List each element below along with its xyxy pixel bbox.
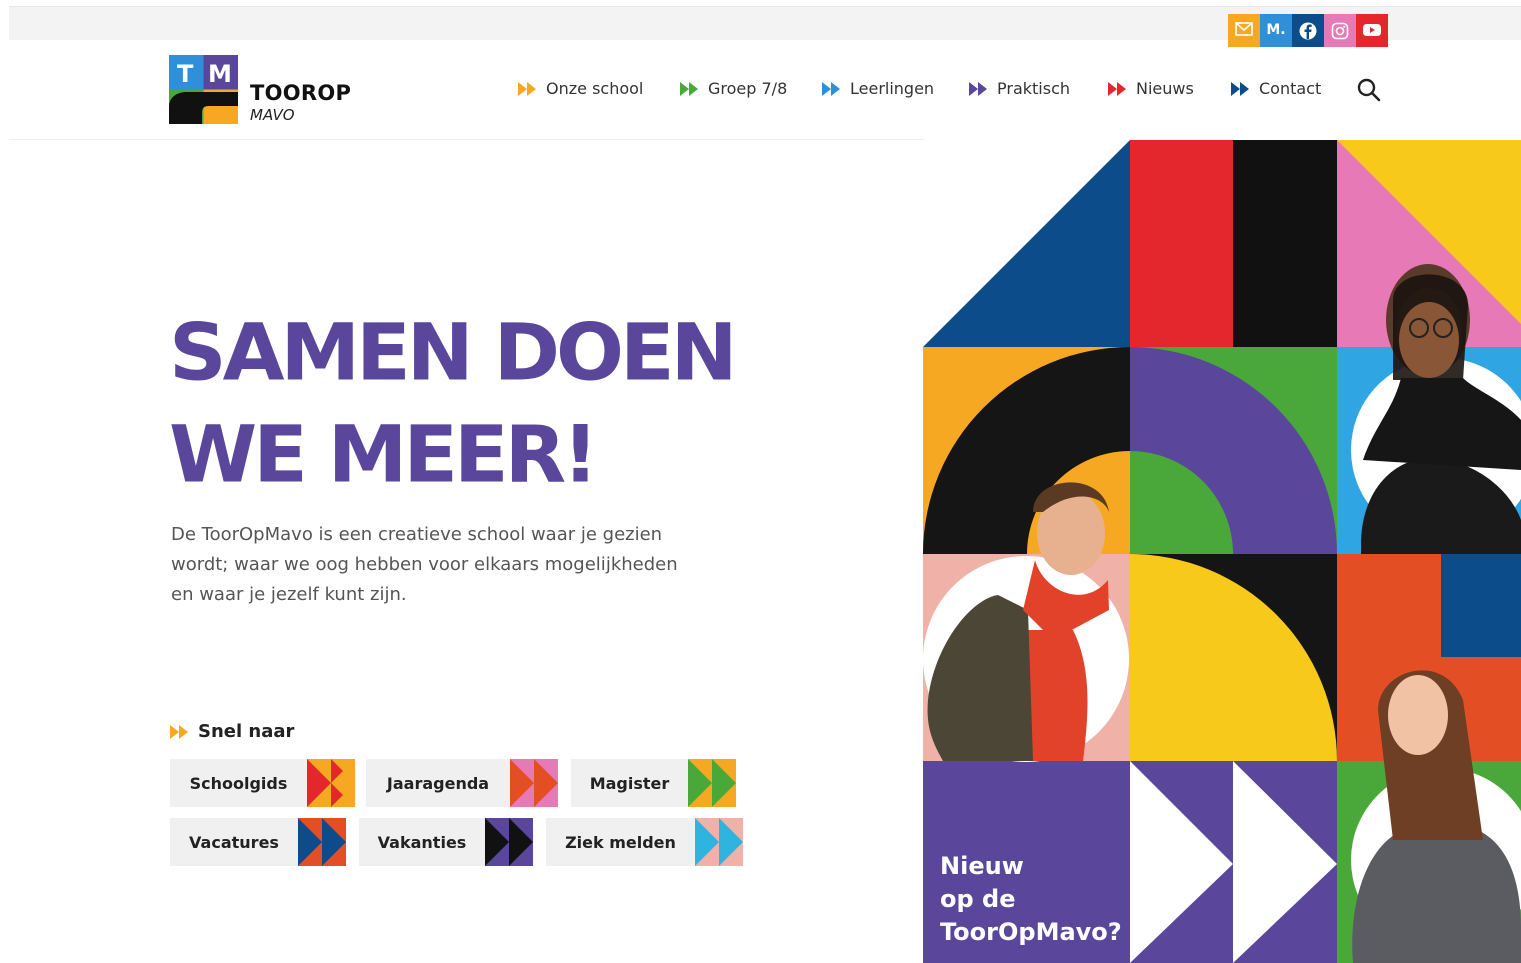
nav-item-onze-school[interactable]: Onze school bbox=[518, 79, 643, 98]
caption-line: Nieuw bbox=[940, 852, 1024, 880]
double-chevron-icon bbox=[822, 81, 840, 96]
logo-subtitle: MAVO bbox=[250, 106, 295, 124]
quick-button-label: Schoolgids bbox=[189, 773, 288, 793]
quick-button-label: Vakanties bbox=[377, 832, 467, 852]
quick-button-magister[interactable]: Magister bbox=[571, 759, 736, 807]
quick-button-vacatures[interactable]: Vacatures bbox=[170, 818, 346, 866]
headline-line-2: WE MEER! bbox=[169, 408, 599, 501]
social-bar: M. bbox=[9, 6, 1521, 47]
double-chevron-icon bbox=[969, 81, 987, 96]
intro-line: wordt; waar we oog hebben voor elkaars m… bbox=[171, 554, 678, 575]
intro-line: De ToorOpMavo is een creatieve school wa… bbox=[171, 524, 663, 545]
quick-button-jaaragenda[interactable]: Jaaragenda bbox=[366, 759, 558, 807]
nav-item-nieuws[interactable]: Nieuws bbox=[1108, 79, 1194, 98]
search-icon[interactable] bbox=[1356, 77, 1382, 103]
facebook-icon[interactable] bbox=[1292, 14, 1324, 47]
nav-label: Praktisch bbox=[997, 79, 1071, 98]
nav-item-praktisch[interactable]: Praktisch bbox=[969, 79, 1070, 98]
logo-name: TOOROP bbox=[250, 81, 352, 105]
nav-label: Groep 7/8 bbox=[708, 79, 788, 98]
nav-item-contact[interactable]: Contact bbox=[1231, 79, 1321, 98]
mail-icon[interactable] bbox=[1228, 14, 1260, 47]
hero-intro: De ToorOpMavo is een creatieve school wa… bbox=[171, 520, 731, 610]
nav-item-groep-7-8[interactable]: Groep 7/8 bbox=[680, 79, 787, 98]
quick-button-vakanties[interactable]: Vakanties bbox=[359, 818, 533, 866]
caption-line: op de bbox=[940, 885, 1016, 913]
mosaic-caption-new[interactable]: Nieuw op de ToorOpMavo? bbox=[940, 850, 1130, 949]
double-arrow-icon bbox=[510, 759, 558, 807]
double-arrow-icon bbox=[307, 759, 355, 807]
quick-links-title: Snel naar bbox=[170, 721, 294, 742]
intro-line: en waar je jezelf kunt zijn. bbox=[171, 584, 407, 605]
nav-label: Leerlingen bbox=[850, 79, 935, 98]
logo-mark-icon: T M bbox=[169, 55, 238, 124]
caption-line: ToorOpMavo? bbox=[940, 918, 1122, 946]
double-arrow-icon bbox=[688, 759, 736, 807]
logo-letter-m: M bbox=[208, 60, 232, 88]
quick-button-label: Ziek melden bbox=[565, 832, 676, 852]
youtube-icon[interactable] bbox=[1356, 14, 1388, 47]
social-links: M. bbox=[1228, 14, 1388, 47]
double-chevron-icon bbox=[518, 81, 536, 96]
hero-mosaic bbox=[923, 140, 1521, 963]
double-chevron-icon bbox=[1231, 81, 1249, 96]
nav-label: Onze school bbox=[546, 79, 644, 98]
logo-letter-t: T bbox=[177, 60, 194, 88]
instagram-icon[interactable] bbox=[1324, 14, 1356, 47]
quick-button-schoolgids[interactable]: Schoolgids bbox=[170, 759, 355, 807]
double-chevron-icon bbox=[680, 81, 698, 96]
nav-item-leerlingen[interactable]: Leerlingen bbox=[822, 79, 934, 98]
headline-line-1: SAMEN DOEN bbox=[169, 306, 738, 399]
double-arrow-icon bbox=[298, 818, 346, 866]
quick-links-label: Snel naar bbox=[198, 721, 295, 742]
quick-button-ziek-melden[interactable]: Ziek melden bbox=[546, 818, 743, 866]
quick-button-label: Magister bbox=[589, 773, 670, 793]
hero-headline: SAMEN DOEN WE MEER! bbox=[169, 302, 738, 506]
nav-label: Nieuws bbox=[1136, 79, 1194, 98]
double-chevron-icon bbox=[1108, 81, 1126, 96]
magister-link[interactable]: M. bbox=[1260, 14, 1292, 47]
quick-button-label: Jaaragenda bbox=[386, 773, 490, 793]
header-divider bbox=[9, 139, 924, 140]
quick-button-label: Vacatures bbox=[189, 832, 279, 852]
double-chevron-icon bbox=[170, 724, 188, 739]
nav-label: Contact bbox=[1259, 79, 1322, 98]
double-arrow-icon bbox=[485, 818, 533, 866]
site-logo[interactable]: T M TOOROP MAVO bbox=[169, 55, 369, 127]
double-arrow-icon bbox=[695, 818, 743, 866]
